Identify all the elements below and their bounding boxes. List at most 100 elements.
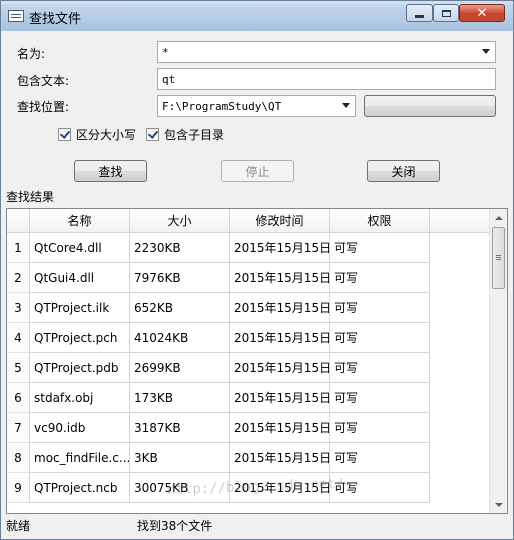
cell-modified[interactable]: 2015年15月15日 <box>230 323 330 353</box>
table-row[interactable]: 5 QTProject.pdb 2699KB 2015年15月15日 可写 <box>7 353 490 383</box>
scroll-up-button[interactable] <box>490 209 507 226</box>
cell-size[interactable]: 652KB <box>130 293 230 323</box>
close-icon: ✕ <box>476 5 488 21</box>
arrow-down-icon <box>494 502 503 507</box>
stop-button[interactable]: 停止 <box>221 160 294 182</box>
cell-name[interactable]: stdafx.obj <box>30 383 130 413</box>
name-pattern-combo[interactable]: * <box>157 41 496 63</box>
app-menu-icon[interactable] <box>8 10 24 22</box>
column-header-size[interactable]: 大小 <box>130 209 230 232</box>
cell-permission[interactable]: 可写 <box>330 323 430 353</box>
cell-permission[interactable]: 可写 <box>330 263 430 293</box>
case-sensitive-label: 区分大小写 <box>76 128 137 142</box>
table-row[interactable]: 7 vc90.idb 3187KB 2015年15月15日 可写 <box>7 413 490 443</box>
corner-header[interactable] <box>7 209 30 232</box>
cell-modified[interactable]: 2015年15月15日 <box>230 293 330 323</box>
cell-modified[interactable]: 2015年15月15日 <box>230 263 330 293</box>
checkmark-icon[interactable] <box>146 128 159 141</box>
status-ready: 就绪 <box>6 519 31 533</box>
cell-size[interactable]: 173KB <box>130 383 230 413</box>
table-row[interactable]: 3 QTProject.ilk 652KB 2015年15月15日 可写 <box>7 293 490 323</box>
row-number[interactable]: 4 <box>7 323 30 353</box>
table-row[interactable]: 9 QTProject.ncb 30075KB 2015年15月15日 可写 <box>7 473 490 503</box>
cell-modified[interactable]: 2015年15月15日 <box>230 473 330 503</box>
chevron-down-icon[interactable] <box>342 103 350 108</box>
cell-permission[interactable]: 可写 <box>330 233 430 263</box>
cell-modified[interactable]: 2015年15月15日 <box>230 443 330 473</box>
chevron-down-icon[interactable] <box>482 49 490 54</box>
cell-permission[interactable]: 可写 <box>330 413 430 443</box>
table-row[interactable]: 1 QtCore4.dll 2230KB 2015年15月15日 可写 <box>7 233 490 263</box>
cell-size[interactable]: 30075KB <box>130 473 230 503</box>
grip-icon <box>496 255 501 256</box>
cell-name[interactable]: moc_findFile.c... <box>30 443 130 473</box>
checkmark-icon[interactable] <box>58 128 71 141</box>
cell-name[interactable]: QTProject.ncb <box>30 473 130 503</box>
contains-text-value: qt <box>162 72 176 86</box>
window-frame: 查找文件 ✕ 名为: * 包含文本: qt 查找位置: F:\ProgramSt… <box>0 0 514 540</box>
include-subdirs-checkbox[interactable]: 包含子目录 <box>146 126 224 143</box>
title-bar[interactable]: 查找文件 ✕ <box>1 1 513 31</box>
search-location-label: 查找位置: <box>17 100 70 114</box>
column-header-permission[interactable]: 权限 <box>330 209 430 232</box>
cell-modified[interactable]: 2015年15月15日 <box>230 413 330 443</box>
arrow-up-icon <box>494 215 503 220</box>
cell-permission[interactable]: 可写 <box>330 353 430 383</box>
find-button[interactable]: 查找 <box>74 160 147 182</box>
cell-name[interactable]: QTProject.pdb <box>30 353 130 383</box>
column-header-name[interactable]: 名称 <box>30 209 130 232</box>
row-number[interactable]: 5 <box>7 353 30 383</box>
cell-name[interactable]: vc90.idb <box>30 413 130 443</box>
row-number[interactable]: 2 <box>7 263 30 293</box>
cell-permission[interactable]: 可写 <box>330 293 430 323</box>
cell-size[interactable]: 3187KB <box>130 413 230 443</box>
cell-name[interactable]: QTProject.pch <box>30 323 130 353</box>
cell-name[interactable]: QtGui4.dll <box>30 263 130 293</box>
row-number[interactable]: 1 <box>7 233 30 263</box>
cell-name[interactable]: QtCore4.dll <box>30 233 130 263</box>
table-header: 名称 大小 修改时间 权限 <box>7 209 490 233</box>
cell-permission[interactable]: 可写 <box>330 443 430 473</box>
browse-button[interactable] <box>364 95 496 117</box>
case-sensitive-checkbox[interactable]: 区分大小写 <box>58 126 136 143</box>
search-location-combo[interactable]: F:\ProgramStudy\QT <box>157 95 356 117</box>
cell-modified[interactable]: 2015年15月15日 <box>230 233 330 263</box>
cell-name[interactable]: QTProject.ilk <box>30 293 130 323</box>
table-row[interactable]: 4 QTProject.pch 41024KB 2015年15月15日 可写 <box>7 323 490 353</box>
cell-size[interactable]: 2699KB <box>130 353 230 383</box>
table-row[interactable]: 8 moc_findFile.c... 3KB 2015年15月15日 可写 <box>7 443 490 473</box>
name-pattern-value: * <box>162 45 169 59</box>
status-bar: 就绪 找到38个文件 <box>5 514 510 536</box>
cell-modified[interactable]: 2015年15月15日 <box>230 353 330 383</box>
window-title: 查找文件 <box>29 12 82 27</box>
table-row[interactable]: 6 stdafx.obj 173KB 2015年15月15日 可写 <box>7 383 490 413</box>
cell-permission[interactable]: 可写 <box>330 383 430 413</box>
scroll-down-button[interactable] <box>490 496 507 513</box>
table-row[interactable]: 2 QtGui4.dll 7976KB 2015年15月15日 可写 <box>7 263 490 293</box>
cell-size[interactable]: 41024KB <box>130 323 230 353</box>
row-number[interactable]: 9 <box>7 473 30 503</box>
status-count: 找到38个文件 <box>137 519 213 533</box>
row-number[interactable]: 7 <box>7 413 30 443</box>
row-number[interactable]: 3 <box>7 293 30 323</box>
contains-text-input[interactable]: qt <box>157 68 496 90</box>
cell-size[interactable]: 2230KB <box>130 233 230 263</box>
include-subdirs-label: 包含子目录 <box>164 128 225 142</box>
vertical-scrollbar[interactable] <box>489 209 507 513</box>
name-label: 名为: <box>17 47 46 61</box>
cell-modified[interactable]: 2015年15月15日 <box>230 383 330 413</box>
minimize-icon <box>415 14 424 18</box>
minimize-button[interactable] <box>406 4 433 22</box>
maximize-button[interactable] <box>433 4 459 22</box>
scrollbar-thumb[interactable] <box>492 227 505 289</box>
cell-size[interactable]: 3KB <box>130 443 230 473</box>
dialog-body: 名为: * 包含文本: qt 查找位置: F:\ProgramStudy\QT … <box>5 31 510 536</box>
row-number[interactable]: 8 <box>7 443 30 473</box>
cell-permission[interactable]: 可写 <box>330 473 430 503</box>
window-close-button[interactable]: ✕ <box>459 4 505 22</box>
close-button[interactable]: 关闭 <box>367 160 440 182</box>
results-heading: 查找结果 <box>6 190 55 204</box>
row-number[interactable]: 6 <box>7 383 30 413</box>
column-header-modified[interactable]: 修改时间 <box>230 209 330 232</box>
cell-size[interactable]: 7976KB <box>130 263 230 293</box>
